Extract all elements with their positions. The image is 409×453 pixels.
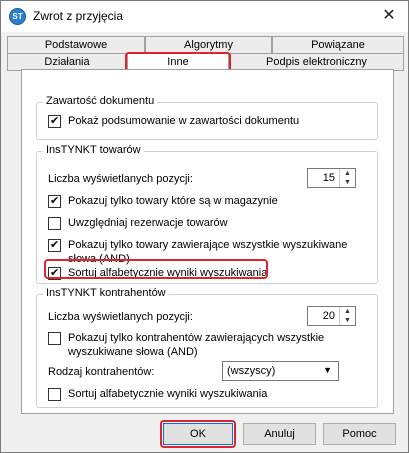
group-doc-content: Zawartość dokumentu Pokaż podsumowanie w… (36, 95, 378, 140)
group-title: Zawartość dokumentu (43, 95, 158, 107)
dialog-window: ST Zwrot z przyjęcia ✕ Podstawowe Algory… (0, 0, 409, 453)
only-in-stock-checkbox[interactable] (48, 194, 61, 208)
title-bar: ST Zwrot z przyjęcia ✕ (1, 1, 408, 32)
group-title: InsTYNKT kontrahentów (43, 287, 169, 299)
app-icon: ST (9, 8, 26, 25)
stepper-up-icon[interactable]: ▲ (340, 307, 355, 316)
contractors-sort-alpha-checkbox[interactable] (48, 388, 61, 401)
stepper-arrows[interactable]: ▲ ▼ (339, 307, 355, 325)
contractors-count-value: 20 (322, 310, 335, 322)
show-summary-checkbox[interactable] (48, 114, 61, 128)
stepper-down-icon[interactable]: ▼ (340, 316, 355, 325)
contractors-count-label: Liczba wyświetlanych pozycji: (48, 311, 193, 323)
contractors-all-words-checkbox[interactable] (48, 332, 61, 345)
group-title: InsTYNKT towarów (43, 144, 144, 156)
window-title: Zwrot z przyjęcia (33, 9, 124, 23)
contractor-type-value: (wszyscy) (227, 365, 276, 377)
contractors-all-words-label: Pokazuj tylko kontrahentów zawierających… (68, 332, 325, 358)
sort-alpha-highlight (44, 259, 268, 279)
chevron-down-icon: ▼ (323, 365, 332, 375)
products-count-label: Liczba wyświetlanych pozycji: (48, 173, 193, 185)
contractors-sort-alpha-label: Sortuj alfabetycznie wyniki wyszukiwania (68, 388, 268, 400)
contractor-type-select[interactable]: (wszyscy) ▼ (222, 361, 339, 381)
contractors-count-stepper[interactable]: 20 ▲ ▼ (307, 306, 356, 326)
stepper-down-icon[interactable]: ▼ (340, 178, 355, 187)
stepper-arrows[interactable]: ▲ ▼ (339, 169, 355, 187)
tab-podstawowe[interactable]: Podstawowe (7, 36, 145, 54)
products-count-stepper[interactable]: 15 ▲ ▼ (307, 168, 356, 188)
show-summary-label: Pokaż podsumowanie w zawartości dokument… (68, 115, 300, 127)
reservations-checkbox[interactable] (48, 217, 61, 230)
reservations-label: Uwzględniaj rezerwacje towarów (68, 217, 228, 229)
products-count-value: 15 (322, 172, 335, 184)
only-in-stock-label: Pokazuj tylko towary które są w magazyni… (68, 195, 278, 207)
tab-panel-inne: Zawartość dokumentu Pokaż podsumowanie w… (21, 69, 394, 414)
tab-powiazane[interactable]: Powiązane (272, 36, 404, 54)
cancel-button[interactable]: Anuluj (243, 423, 316, 445)
group-contractors: InsTYNKT kontrahentów Liczba wyświetlany… (36, 287, 378, 408)
close-button[interactable]: ✕ (380, 7, 398, 25)
help-button[interactable]: Pomoc (323, 423, 396, 445)
ok-highlight (160, 420, 236, 448)
stepper-up-icon[interactable]: ▲ (340, 169, 355, 178)
products-all-words-checkbox[interactable] (48, 238, 61, 252)
contractor-type-label: Rodzaj kontrahentów: (48, 366, 155, 378)
